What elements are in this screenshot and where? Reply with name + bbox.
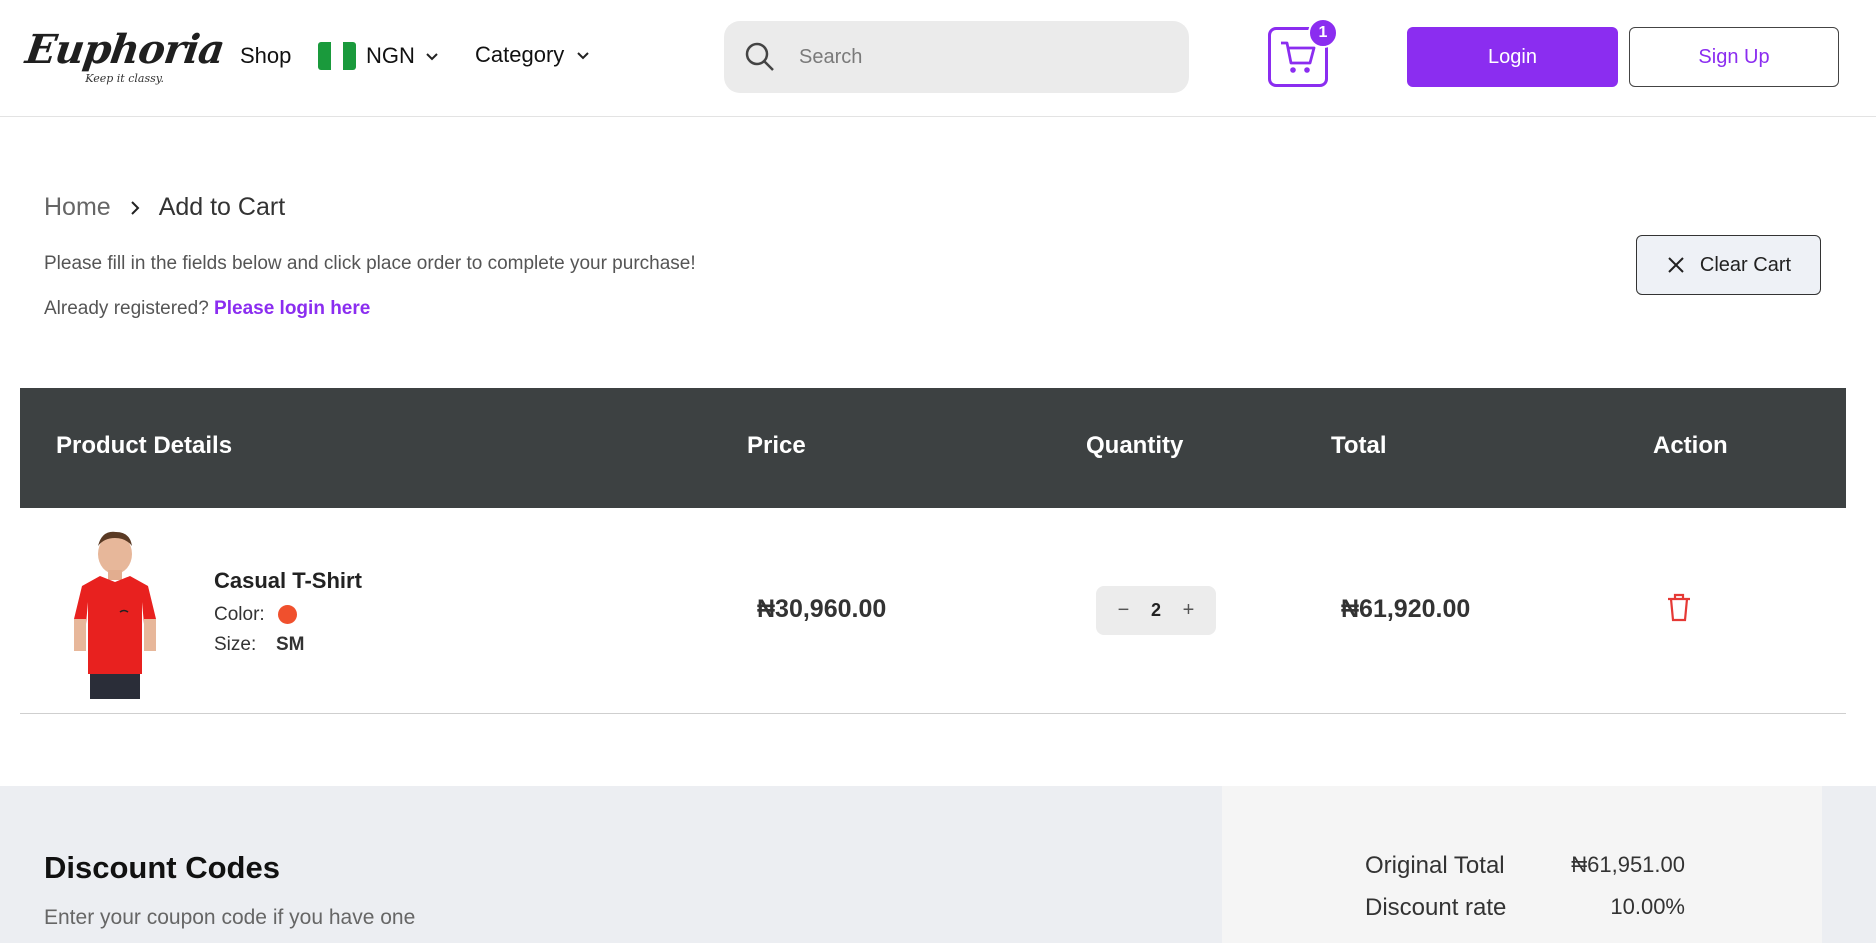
- header-product-details: Product Details: [56, 432, 233, 459]
- product-image: [60, 524, 170, 699]
- nigeria-flag-icon: [318, 42, 356, 70]
- product-size-value: SM: [276, 634, 305, 655]
- login-button[interactable]: Login: [1407, 27, 1618, 87]
- chevron-right-icon: [130, 200, 140, 215]
- discount-rate-value: 10.00%: [1610, 894, 1685, 919]
- trash-icon[interactable]: [1665, 592, 1693, 622]
- summary-original-total: Original Total ₦61,951.00: [1365, 852, 1685, 880]
- header-action: Action: [1653, 432, 1728, 459]
- product-price: ₦30,960.00: [757, 595, 887, 623]
- signup-button[interactable]: Sign Up: [1629, 27, 1839, 87]
- discount-rate-label: Discount rate: [1365, 894, 1507, 921]
- chevron-down-icon: [577, 52, 589, 60]
- quantity-decrease-button[interactable]: −: [1118, 599, 1130, 622]
- table-row: Casual T-Shirt Color: Size: SM ₦30,960.0…: [20, 508, 1846, 714]
- right-edge-strip: [1822, 786, 1876, 943]
- original-total-label: Original Total: [1365, 852, 1505, 879]
- header-price: Price: [747, 432, 806, 459]
- close-icon: [1668, 257, 1684, 273]
- already-registered-text: Already registered? Please login here: [44, 298, 370, 320]
- cart-icon: [1281, 41, 1316, 73]
- product-name: Casual T-Shirt: [214, 568, 362, 593]
- product-total: ₦61,920.00: [1341, 595, 1471, 623]
- chevron-down-icon: [426, 53, 438, 61]
- currency-label: NGN: [366, 43, 415, 68]
- summary-discount-rate: Discount rate 10.00%: [1365, 894, 1685, 922]
- currency-selector[interactable]: NGN: [318, 42, 439, 70]
- product-color-label: Color:: [214, 604, 265, 625]
- logo-tagline: Keep it classy.: [85, 72, 164, 85]
- discount-section: Discount Codes Enter your coupon code if…: [0, 786, 1222, 943]
- quantity-value: 2: [1150, 600, 1161, 620]
- login-here-link[interactable]: Please login here: [214, 298, 370, 319]
- discount-subtitle: Enter your coupon code if you have one: [44, 906, 416, 929]
- product-size-label: Size:: [214, 634, 257, 655]
- quantity-increase-button[interactable]: +: [1183, 599, 1195, 622]
- search-icon: [745, 42, 774, 71]
- discount-title: Discount Codes: [44, 850, 280, 885]
- nav-shop-link[interactable]: Shop: [240, 43, 291, 69]
- cart-count-badge: 1: [1308, 18, 1338, 48]
- category-dropdown[interactable]: Category: [475, 42, 590, 68]
- search-bar: [724, 21, 1189, 93]
- header-total: Total: [1331, 432, 1387, 459]
- already-registered-label: Already registered?: [44, 298, 209, 319]
- original-total-value: ₦61,951.00: [1571, 852, 1685, 877]
- breadcrumb: Home Add to Cart: [44, 193, 285, 222]
- brand-logo[interactable]: Euphoria Keep it classy.: [22, 26, 227, 90]
- product-color-swatch: [278, 605, 297, 624]
- breadcrumb-home-link[interactable]: Home: [44, 193, 111, 222]
- logo-text: Euphoria: [22, 26, 227, 73]
- top-header: Euphoria Keep it classy. Shop NGN Catego…: [0, 0, 1876, 117]
- search-input[interactable]: [799, 37, 1169, 77]
- quantity-stepper: − 2 +: [1096, 586, 1216, 635]
- cart-table-header: Product Details Price Quantity Total Act…: [20, 388, 1846, 508]
- header-quantity: Quantity: [1086, 432, 1184, 459]
- intro-text: Please fill in the fields below and clic…: [44, 253, 696, 274]
- category-label: Category: [475, 42, 565, 67]
- clear-cart-button[interactable]: Clear Cart: [1636, 235, 1821, 295]
- breadcrumb-current: Add to Cart: [158, 193, 286, 221]
- order-summary: Original Total ₦61,951.00 Discount rate …: [1222, 786, 1822, 943]
- clear-cart-label: Clear Cart: [1699, 253, 1792, 276]
